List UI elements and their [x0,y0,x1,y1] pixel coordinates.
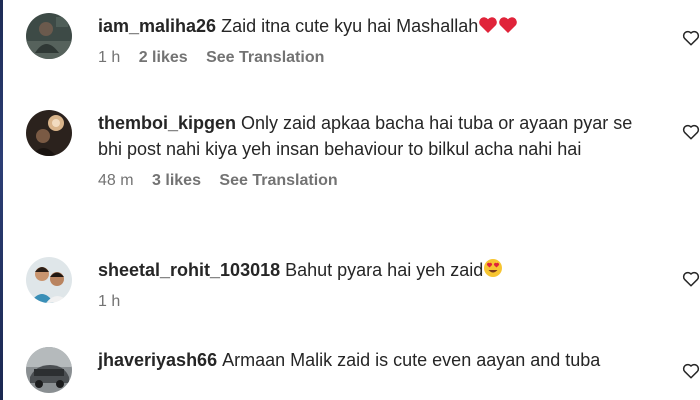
comment-likes[interactable]: 2 likes [139,49,188,66]
comment-time: 1 h [98,49,121,66]
window-edge [0,0,3,400]
comment-body: themboi_kipgen Only zaid apkaa bacha hai … [98,110,658,191]
avatar[interactable] [26,257,72,303]
comment-text-block: sheetal_rohit_103018 Bahut pyara hai yeh … [98,257,658,283]
red-heart-icon [499,17,518,33]
avatar[interactable] [26,13,72,59]
see-translation-link[interactable]: See Translation [206,49,324,66]
avatar[interactable] [26,347,72,393]
comment-text-block: iam_maliha26 Zaid itna cute kyu hai Masha… [98,13,658,39]
comment-item: jhaveriyash66 Armaan Malik zaid is cute e… [26,347,700,400]
heart-eyes-face-icon [484,259,503,277]
comment-item: themboi_kipgen Only zaid apkaa bacha hai … [26,110,700,235]
comment-likes[interactable]: 3 likes [152,172,201,189]
heart-outline-icon[interactable] [682,29,700,47]
comment-text: Zaid itna cute kyu hai Mashallah [221,16,479,36]
see-translation-link[interactable]: See Translation [219,172,337,189]
comment-text: Bahut pyara hai yeh zaid [285,260,484,280]
comment-username[interactable]: iam_maliha26 [98,16,216,36]
comment-meta: 1 h 2 likes See Translation [98,48,658,68]
avatar[interactable] [26,110,72,156]
comment-text-block: themboi_kipgen Only zaid apkaa bacha hai … [98,110,658,162]
comment-item: iam_maliha26 Zaid itna cute kyu hai Masha… [26,13,700,93]
comment-item: sheetal_rohit_103018 Bahut pyara hai yeh … [26,257,700,327]
comment-body: iam_maliha26 Zaid itna cute kyu hai Masha… [98,13,658,68]
comment-username[interactable]: themboi_kipgen [98,113,236,133]
comment-meta: 1 h [98,292,658,312]
heart-outline-icon[interactable] [682,270,700,288]
comment-meta: 48 m 3 likes See Translation [98,171,658,191]
red-heart-icon [479,17,498,33]
heart-outline-icon[interactable] [682,123,700,141]
comment-time: 1 h [98,293,121,310]
comment-time: 48 m [98,172,134,189]
heart-outline-icon[interactable] [682,362,700,380]
comments-panel: iam_maliha26 Zaid itna cute kyu hai Masha… [0,0,700,400]
comment-text-block: jhaveriyash66 Armaan Malik zaid is cute e… [98,347,658,373]
comment-username[interactable]: sheetal_rohit_103018 [98,260,280,280]
comment-body: jhaveriyash66 Armaan Malik zaid is cute e… [98,347,658,373]
comment-username[interactable]: jhaveriyash66 [98,350,217,370]
comment-body: sheetal_rohit_103018 Bahut pyara hai yeh … [98,257,658,312]
comment-text: Armaan Malik zaid is cute even aayan and… [222,350,601,370]
